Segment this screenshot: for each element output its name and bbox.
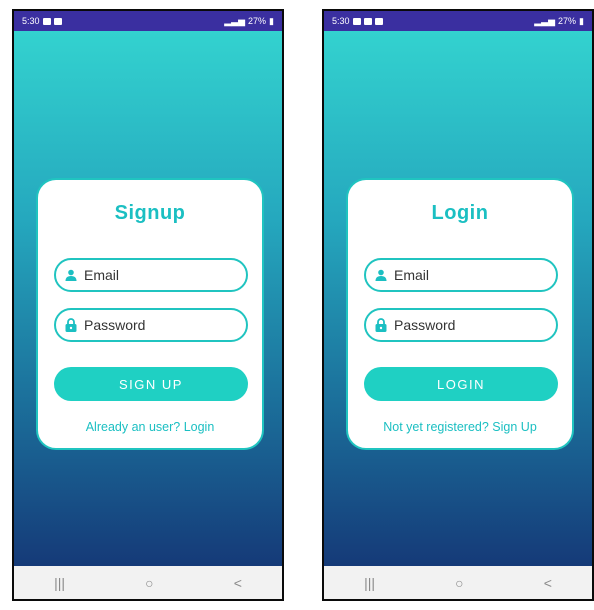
- password-input[interactable]: [84, 317, 234, 333]
- battery-level: 27%: [558, 16, 577, 26]
- password-input[interactable]: [394, 317, 544, 333]
- login-link[interactable]: Already an user? Login: [38, 420, 262, 434]
- signal-icon: ▂▃▅: [224, 15, 246, 26]
- system-nav-bar: ||| ○ <: [324, 566, 592, 599]
- email-field[interactable]: [364, 258, 558, 292]
- card-title: Signup: [114, 202, 186, 224]
- battery-icon: ▮: [579, 15, 584, 26]
- email-input[interactable]: [84, 267, 234, 283]
- lock-icon: [374, 317, 388, 333]
- status-time: 5:30: [22, 16, 40, 26]
- lock-icon: [64, 317, 78, 333]
- password-field[interactable]: [364, 308, 558, 342]
- login-card: Login Email LOGIN Not yet registered? Si…: [346, 178, 574, 450]
- recent-apps-button[interactable]: |||: [364, 575, 375, 591]
- notification-icon: [374, 17, 383, 25]
- email-input[interactable]: [394, 267, 544, 283]
- person-icon: [374, 267, 388, 283]
- signal-icon: ▂▃▅: [534, 15, 556, 26]
- card-title: Login: [431, 202, 489, 224]
- email-field[interactable]: [54, 258, 248, 292]
- notification-icon: [42, 17, 51, 25]
- login-button[interactable]: LOGIN: [364, 367, 558, 401]
- password-field[interactable]: [54, 308, 248, 342]
- recent-apps-button[interactable]: |||: [54, 575, 65, 591]
- app-background: Signup Email SIGN UP Already an user? Lo…: [14, 31, 282, 566]
- login-phone-screen: 5:30 ▂▃▅ 27% ▮ Login Email LOGIN Not yet…: [322, 9, 594, 601]
- notification-icon: [352, 17, 361, 25]
- back-button[interactable]: <: [544, 575, 552, 591]
- home-button[interactable]: ○: [455, 575, 463, 591]
- system-nav-bar: ||| ○ <: [14, 566, 282, 599]
- app-background: Login Email LOGIN Not yet registered? Si…: [324, 31, 592, 566]
- battery-icon: ▮: [269, 15, 274, 26]
- home-button[interactable]: ○: [145, 575, 153, 591]
- notification-icon: [53, 17, 62, 25]
- back-button[interactable]: <: [234, 575, 242, 591]
- signup-link[interactable]: Not yet registered? Sign Up: [348, 420, 572, 434]
- status-bar: 5:30 ▂▃▅ 27% ▮: [324, 11, 592, 31]
- battery-level: 27%: [248, 16, 267, 26]
- person-icon: [64, 267, 78, 283]
- status-time: 5:30: [332, 16, 350, 26]
- status-bar: 5:30 ▂▃▅ 27% ▮: [14, 11, 282, 31]
- notification-icon: [363, 17, 372, 25]
- signup-card: Signup Email SIGN UP Already an user? Lo…: [36, 178, 264, 450]
- signup-phone-screen: 5:30 ▂▃▅ 27% ▮ Signup Email SIGN UP Alre…: [12, 9, 284, 601]
- signup-button[interactable]: SIGN UP: [54, 367, 248, 401]
